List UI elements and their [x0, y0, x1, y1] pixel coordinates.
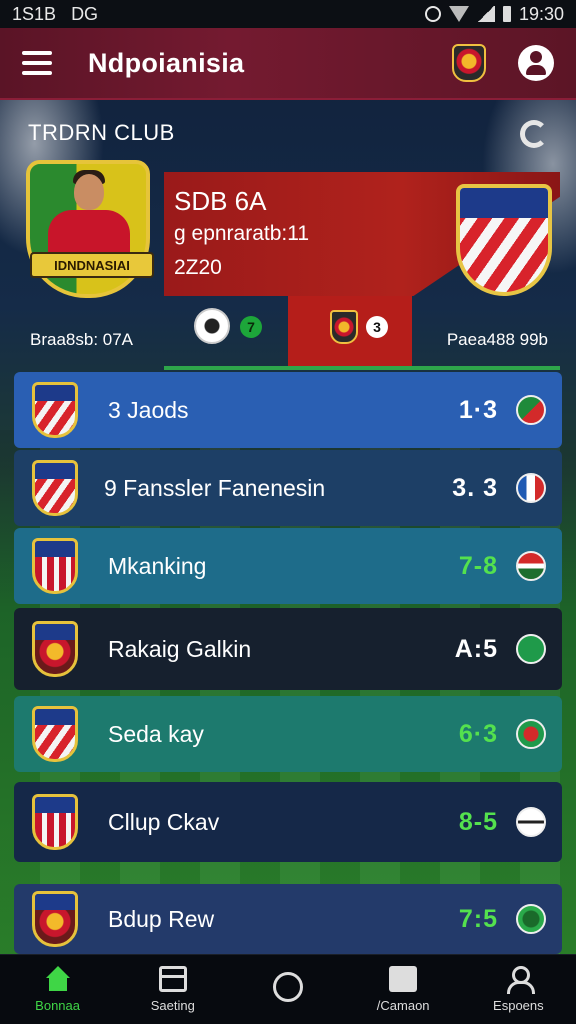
match-row[interactable]: Rakaig Galkin A:5: [14, 608, 562, 690]
nav-label: Bonnaa: [35, 998, 80, 1013]
away-goals-badge: 3: [366, 316, 388, 338]
status-bar: 1S1B DG 19:30: [0, 0, 576, 28]
circle-icon: [272, 971, 303, 1002]
match-score: 1·3: [458, 395, 498, 424]
featured-match-card[interactable]: TRDRN CLUB IDNDNASIAI SDB 6A g epnraratb…: [10, 102, 566, 370]
battery-icon: [502, 6, 511, 22]
nav-label: Espoens: [493, 998, 544, 1013]
list-icon: [158, 966, 187, 992]
home-icon: [44, 966, 72, 992]
flag-icon: [516, 551, 546, 581]
match-score: 6·3: [458, 719, 498, 748]
match-score: 7:5: [458, 904, 498, 933]
nav-home[interactable]: Bonnaa: [3, 966, 113, 1013]
status-left-text: 1S1B: [12, 3, 57, 24]
wifi-icon: [448, 6, 469, 22]
nav-label: /Camaon: [376, 998, 430, 1013]
app-bar: Ndpoianisia: [0, 28, 576, 100]
flag-icon: [516, 904, 546, 934]
match-score: 8-5: [458, 807, 498, 836]
flag-icon: [516, 473, 546, 503]
score-title: SDB 6A: [174, 186, 267, 216]
team-crest-icon: [32, 891, 78, 947]
team-name: Bdup Rew: [108, 905, 215, 932]
club-crest-icon[interactable]: [452, 44, 486, 82]
team-crest-icon: [32, 794, 78, 850]
featured-right-label: Paea488 99b: [446, 330, 548, 349]
nav-center[interactable]: [233, 971, 343, 1008]
team-name: Mkanking: [108, 552, 207, 579]
home-goals-badge: 7: [240, 316, 262, 338]
refresh-icon[interactable]: [520, 120, 548, 148]
nav-chat[interactable]: /Camaon: [348, 966, 458, 1013]
match-row[interactable]: Mkanking 7-8: [14, 528, 562, 604]
team-crest-icon: [32, 460, 78, 516]
flag-icon: [516, 719, 546, 749]
team-crest-icon: [32, 706, 78, 762]
match-row[interactable]: 9 Fanssler Fanenesin 3. 3: [14, 450, 562, 526]
featured-title: TRDRN CLUB: [28, 120, 175, 145]
user-icon: [504, 966, 536, 994]
match-row[interactable]: Bdup Rew 7:5: [14, 884, 562, 954]
team-name: 3 Jaods: [108, 396, 189, 423]
flag-icon: [516, 395, 546, 425]
alarm-icon: [424, 6, 441, 22]
soccer-ball-icon: [194, 308, 230, 344]
team-crest-icon: [32, 621, 78, 677]
badge-banner: IDNDNASIAI: [30, 252, 154, 278]
team-name: Cllup Ckav: [108, 808, 220, 835]
nav-label: Saeting: [150, 998, 195, 1013]
status-left-text-2: DG: [71, 3, 99, 24]
nav-profile[interactable]: Espoens: [463, 966, 573, 1013]
app-title: Ndpoianisia: [88, 47, 245, 78]
chat-icon: [389, 966, 418, 992]
team-crest-icon: [32, 382, 78, 438]
bottom-navigation: Bonnaa Saeting /Camaon Espoens: [0, 954, 576, 1024]
team-name: Seda kay: [108, 720, 204, 747]
flag-icon: [516, 807, 546, 837]
score-year: 2Z20: [174, 256, 222, 279]
match-score: A:5: [454, 634, 498, 663]
team-crest-icon: [32, 538, 78, 594]
opponent-crest-icon: [456, 184, 552, 296]
mini-crest-icon: [330, 310, 358, 344]
accent-line: [164, 366, 560, 370]
match-row[interactable]: 3 Jaods 1·3: [14, 372, 562, 448]
flag-icon: [516, 634, 546, 664]
signal-icon: [476, 6, 495, 22]
featured-left-label: Braa8sb: 07A: [30, 330, 134, 349]
team-name: Rakaig Galkin: [108, 635, 252, 662]
match-score: 7-8: [458, 551, 498, 580]
match-row[interactable]: Cllup Ckav 8-5: [14, 782, 562, 862]
match-score: 3. 3: [452, 473, 498, 502]
status-time: 19:30: [518, 3, 564, 24]
menu-icon[interactable]: [22, 51, 52, 75]
match-row[interactable]: Seda kay 6·3: [14, 696, 562, 772]
score-subtitle: g epnraratb:11: [174, 222, 310, 245]
nav-settings[interactable]: Saeting: [118, 966, 228, 1013]
team-name: 9 Fanssler Fanenesin: [104, 474, 326, 501]
profile-icon[interactable]: [518, 45, 554, 81]
